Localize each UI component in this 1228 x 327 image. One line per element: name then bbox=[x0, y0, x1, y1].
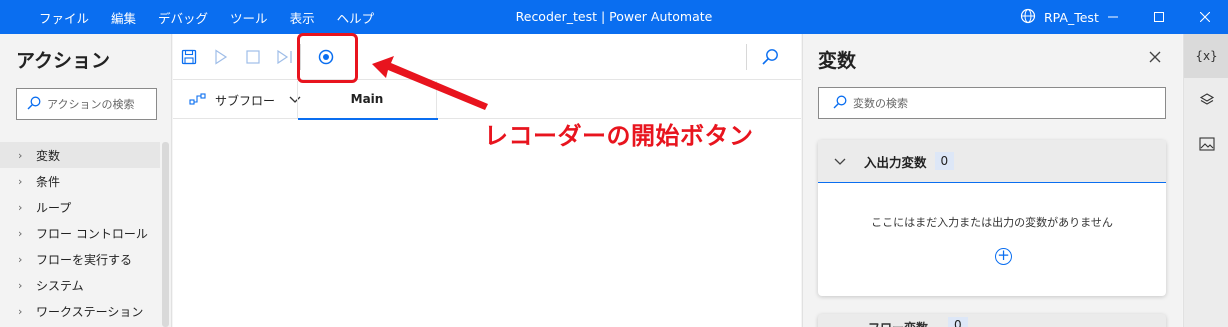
io-variables-count: 0 bbox=[934, 152, 955, 170]
window-controls bbox=[1090, 0, 1228, 34]
io-variables-section: 入出力変数 0 ここにはまだ入力または出力の変数がありません + bbox=[818, 140, 1166, 296]
actions-search-placeholder: アクションの検索 bbox=[47, 98, 135, 111]
add-variable-button[interactable]: + bbox=[995, 248, 1012, 265]
image-icon bbox=[1198, 137, 1215, 151]
flow-canvas[interactable] bbox=[173, 120, 801, 327]
io-variables-header[interactable]: 入出力変数 0 bbox=[818, 140, 1166, 183]
annotation-label: レコーダーの開始ボタン bbox=[484, 122, 754, 150]
action-group-label: フロー コントロール bbox=[36, 226, 148, 241]
menu-view[interactable]: 表示 bbox=[290, 8, 315, 27]
actions-scrollbar[interactable] bbox=[162, 142, 169, 327]
io-variables-empty-message: ここにはまだ入力または出力の変数がありません bbox=[871, 216, 1113, 229]
action-group-label: システム bbox=[36, 278, 84, 293]
chevron-right-icon: › bbox=[18, 252, 23, 266]
layers-icon bbox=[1199, 93, 1214, 105]
search-icon bbox=[27, 96, 41, 113]
images-rail-button[interactable] bbox=[1184, 122, 1228, 166]
action-group-loops[interactable]: › ループ bbox=[0, 194, 160, 220]
chevron-right-icon: › bbox=[18, 226, 23, 240]
io-variables-title: 入出力変数 bbox=[864, 154, 927, 170]
actions-search-input[interactable]: アクションの検索 bbox=[16, 88, 157, 120]
find-button[interactable] bbox=[758, 45, 782, 69]
menu-debug[interactable]: デバッグ bbox=[158, 8, 208, 27]
close-variables-button[interactable] bbox=[1148, 48, 1162, 69]
menu-file[interactable]: ファイル bbox=[39, 8, 89, 27]
menu-bar: ファイル 編集 デバッグ ツール 表示 ヘルプ bbox=[28, 0, 385, 34]
flow-variables-title: フロー変数 bbox=[868, 319, 928, 327]
flow-variables-section[interactable]: フロー変数 0 bbox=[818, 314, 1166, 327]
subflow-label: サブフロー bbox=[215, 93, 276, 108]
user-account[interactable]: RPA_Test bbox=[1020, 0, 1099, 34]
action-group-label: ワークステーション bbox=[36, 304, 144, 319]
action-group-variables[interactable]: › 変数 bbox=[0, 142, 160, 168]
variables-icon: {x} bbox=[1195, 49, 1218, 63]
stop-icon bbox=[246, 50, 260, 64]
variables-rail-button[interactable]: {x} bbox=[1184, 34, 1228, 78]
maximize-button[interactable] bbox=[1136, 0, 1182, 34]
menu-tools[interactable]: ツール bbox=[230, 8, 268, 27]
variables-title: 変数 bbox=[818, 50, 857, 72]
save-button[interactable] bbox=[177, 45, 201, 69]
variables-panel: 変数 変数の検索 入出力変数 0 ここにはまだ入力または出力の変数がありません … bbox=[802, 34, 1182, 327]
chevron-down-icon bbox=[834, 154, 846, 169]
chevron-right-icon: › bbox=[18, 278, 23, 292]
chevron-right-icon: › bbox=[18, 148, 23, 162]
flow-variables-count: 0 bbox=[948, 317, 968, 327]
action-group-run-flow[interactable]: › フローを実行する bbox=[0, 246, 160, 272]
menu-edit[interactable]: 編集 bbox=[111, 8, 136, 27]
subflow-icon bbox=[189, 92, 207, 109]
toolbar-divider bbox=[746, 44, 747, 70]
chevron-right-icon: › bbox=[18, 304, 23, 318]
variables-search-placeholder: 変数の検索 bbox=[853, 97, 908, 110]
recorder-highlight-box bbox=[297, 33, 358, 83]
annotation-arrow bbox=[372, 56, 488, 110]
save-icon bbox=[181, 49, 197, 65]
action-group-label: フローを実行する bbox=[36, 252, 133, 267]
subflow-dropdown[interactable]: サブフロー bbox=[189, 81, 301, 119]
actions-title: アクション bbox=[16, 50, 111, 72]
actions-panel: アクション アクションの検索 › 変数 › 条件 › ループ › フロー コントロール … bbox=[0, 34, 172, 327]
stop-button[interactable] bbox=[241, 45, 265, 69]
search-icon bbox=[762, 49, 778, 65]
action-group-conditionals[interactable]: › 条件 bbox=[0, 168, 160, 194]
action-group-label: 条件 bbox=[36, 174, 61, 189]
action-group-flow-control[interactable]: › フロー コントロール bbox=[0, 220, 160, 246]
menu-help[interactable]: ヘルプ bbox=[337, 8, 375, 27]
close-window-button[interactable] bbox=[1182, 0, 1228, 34]
search-icon bbox=[833, 95, 847, 112]
globe-icon bbox=[1020, 8, 1036, 27]
step-icon bbox=[277, 49, 292, 65]
action-group-workstation[interactable]: › ワークステーション bbox=[0, 298, 160, 324]
layers-rail-button[interactable] bbox=[1184, 78, 1228, 122]
action-group-system[interactable]: › システム bbox=[0, 272, 160, 298]
step-button[interactable] bbox=[273, 45, 297, 69]
chevron-right-icon: › bbox=[18, 200, 23, 214]
close-icon bbox=[1149, 51, 1161, 63]
right-rail: {x} bbox=[1183, 34, 1228, 327]
run-button[interactable] bbox=[209, 45, 233, 69]
title-bar: ファイル 編集 デバッグ ツール 表示 ヘルプ Recoder_test | P… bbox=[0, 0, 1228, 34]
minimize-button[interactable] bbox=[1090, 0, 1136, 34]
play-icon bbox=[215, 49, 228, 65]
action-group-label: ループ bbox=[36, 200, 72, 215]
actions-tree: › 変数 › 条件 › ループ › フロー コントロール › フローを実行する › システム… bbox=[0, 142, 160, 324]
action-group-label: 変数 bbox=[36, 148, 61, 163]
variables-search-input[interactable]: 変数の検索 bbox=[818, 87, 1166, 119]
chevron-right-icon: › bbox=[18, 174, 23, 188]
